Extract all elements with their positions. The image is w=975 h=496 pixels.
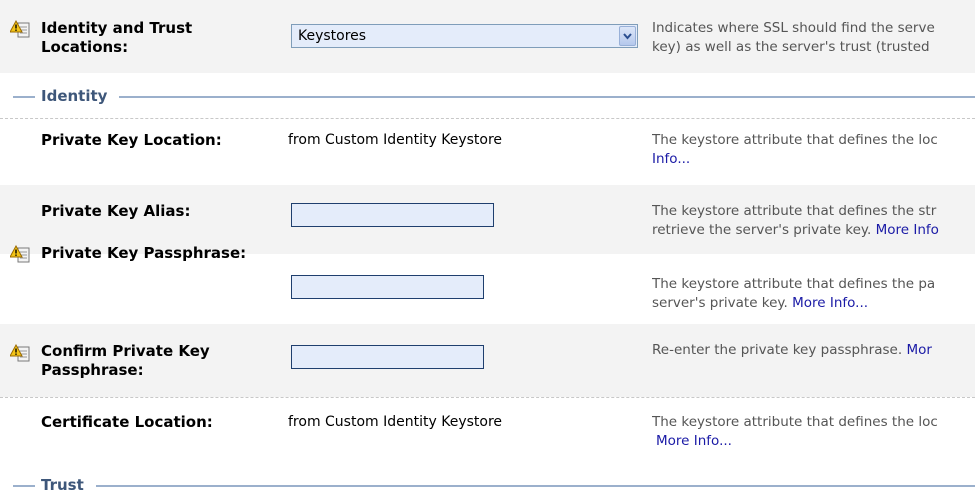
identity-trust-label: Identity and Trust Locations:: [41, 19, 193, 56]
more-info-link[interactable]: More Info...: [792, 295, 868, 311]
chevron-down-icon: [623, 33, 632, 40]
private-key-location-label: Private Key Location:: [41, 131, 222, 149]
certificate-location-desc-line1: The keystore attribute that defines the …: [652, 414, 938, 430]
trust-section-title: Trust: [41, 476, 84, 494]
private-key-passphrase-description: The keystore attribute that defines the …: [652, 275, 975, 313]
certificate-location-row: Certificate Location: from Custom Identi…: [0, 398, 975, 466]
private-key-alias-input[interactable]: [291, 203, 494, 227]
private-key-alias-label: Private Key Alias:: [41, 202, 191, 220]
dropdown-button[interactable]: [619, 26, 636, 46]
identity-trust-row: Identity and Trust Locations: Keystores …: [0, 0, 975, 73]
confirm-passphrase-input[interactable]: [291, 345, 484, 369]
more-info-link[interactable]: More Info...: [656, 433, 732, 449]
confirm-passphrase-label-line1: Confirm Private Key: [41, 342, 210, 360]
identity-trust-desc-line1: Indicates where SSL should find the serv…: [652, 20, 935, 36]
private-key-passphrase-desc-line1: The keystore attribute that defines the …: [652, 276, 936, 292]
confirm-passphrase-row: Confirm Private Key Passphrase: Re-enter…: [0, 324, 975, 397]
identity-trust-selected-value: Keystores: [298, 28, 367, 44]
more-info-link[interactable]: Mor: [906, 342, 931, 358]
private-key-alias-desc-line1: The keystore attribute that defines the …: [652, 203, 937, 219]
private-key-passphrase-desc-line2: server's private key.: [652, 295, 793, 311]
identity-section-header: Identity: [0, 86, 975, 106]
certificate-location-label: Certificate Location:: [41, 413, 213, 431]
confirm-passphrase-desc-line1: Re-enter the private key passphrase.: [652, 342, 907, 358]
private-key-location-desc-line1: The keystore attribute that defines the …: [652, 132, 938, 148]
config-warning-icon: [9, 343, 30, 362]
private-key-location-description: The keystore attribute that defines the …: [652, 131, 975, 169]
identity-section-title: Identity: [41, 87, 108, 105]
confirm-passphrase-label-line2: Passphrase:: [41, 361, 144, 379]
confirm-passphrase-description: Re-enter the private key passphrase. Mor: [652, 341, 975, 360]
identity-trust-select[interactable]: Keystores: [291, 24, 638, 48]
certificate-location-value: from Custom Identity Keystore: [288, 414, 503, 430]
certificate-location-description: The keystore attribute that defines the …: [652, 413, 975, 451]
more-info-link[interactable]: More Info: [876, 222, 939, 238]
private-key-location-value: from Custom Identity Keystore: [288, 132, 503, 148]
more-info-link[interactable]: Info...: [652, 151, 690, 167]
private-key-location-row: Private Key Location: from Custom Identi…: [0, 119, 975, 184]
private-key-passphrase-row: Private Key Passphrase: The keystore att…: [0, 244, 975, 322]
section-divider: [119, 96, 975, 98]
private-key-alias-desc-line2: retrieve the server's private key.: [652, 222, 876, 238]
config-warning-icon: [9, 244, 30, 263]
private-key-passphrase-input[interactable]: [291, 275, 484, 299]
private-key-alias-description: The keystore attribute that defines the …: [652, 202, 975, 240]
config-warning-icon: [9, 19, 30, 38]
identity-trust-description: Indicates where SSL should find the serv…: [652, 19, 975, 57]
private-key-passphrase-label: Private Key Passphrase:: [41, 244, 247, 262]
trust-section-header: Trust: [0, 475, 975, 495]
section-divider: [13, 96, 35, 98]
section-divider: [96, 485, 975, 487]
identity-trust-desc-line2: key) as well as the server's trust (trus…: [652, 39, 930, 55]
confirm-passphrase-label: Confirm Private Key Passphrase:: [41, 342, 266, 380]
section-divider: [13, 485, 35, 487]
